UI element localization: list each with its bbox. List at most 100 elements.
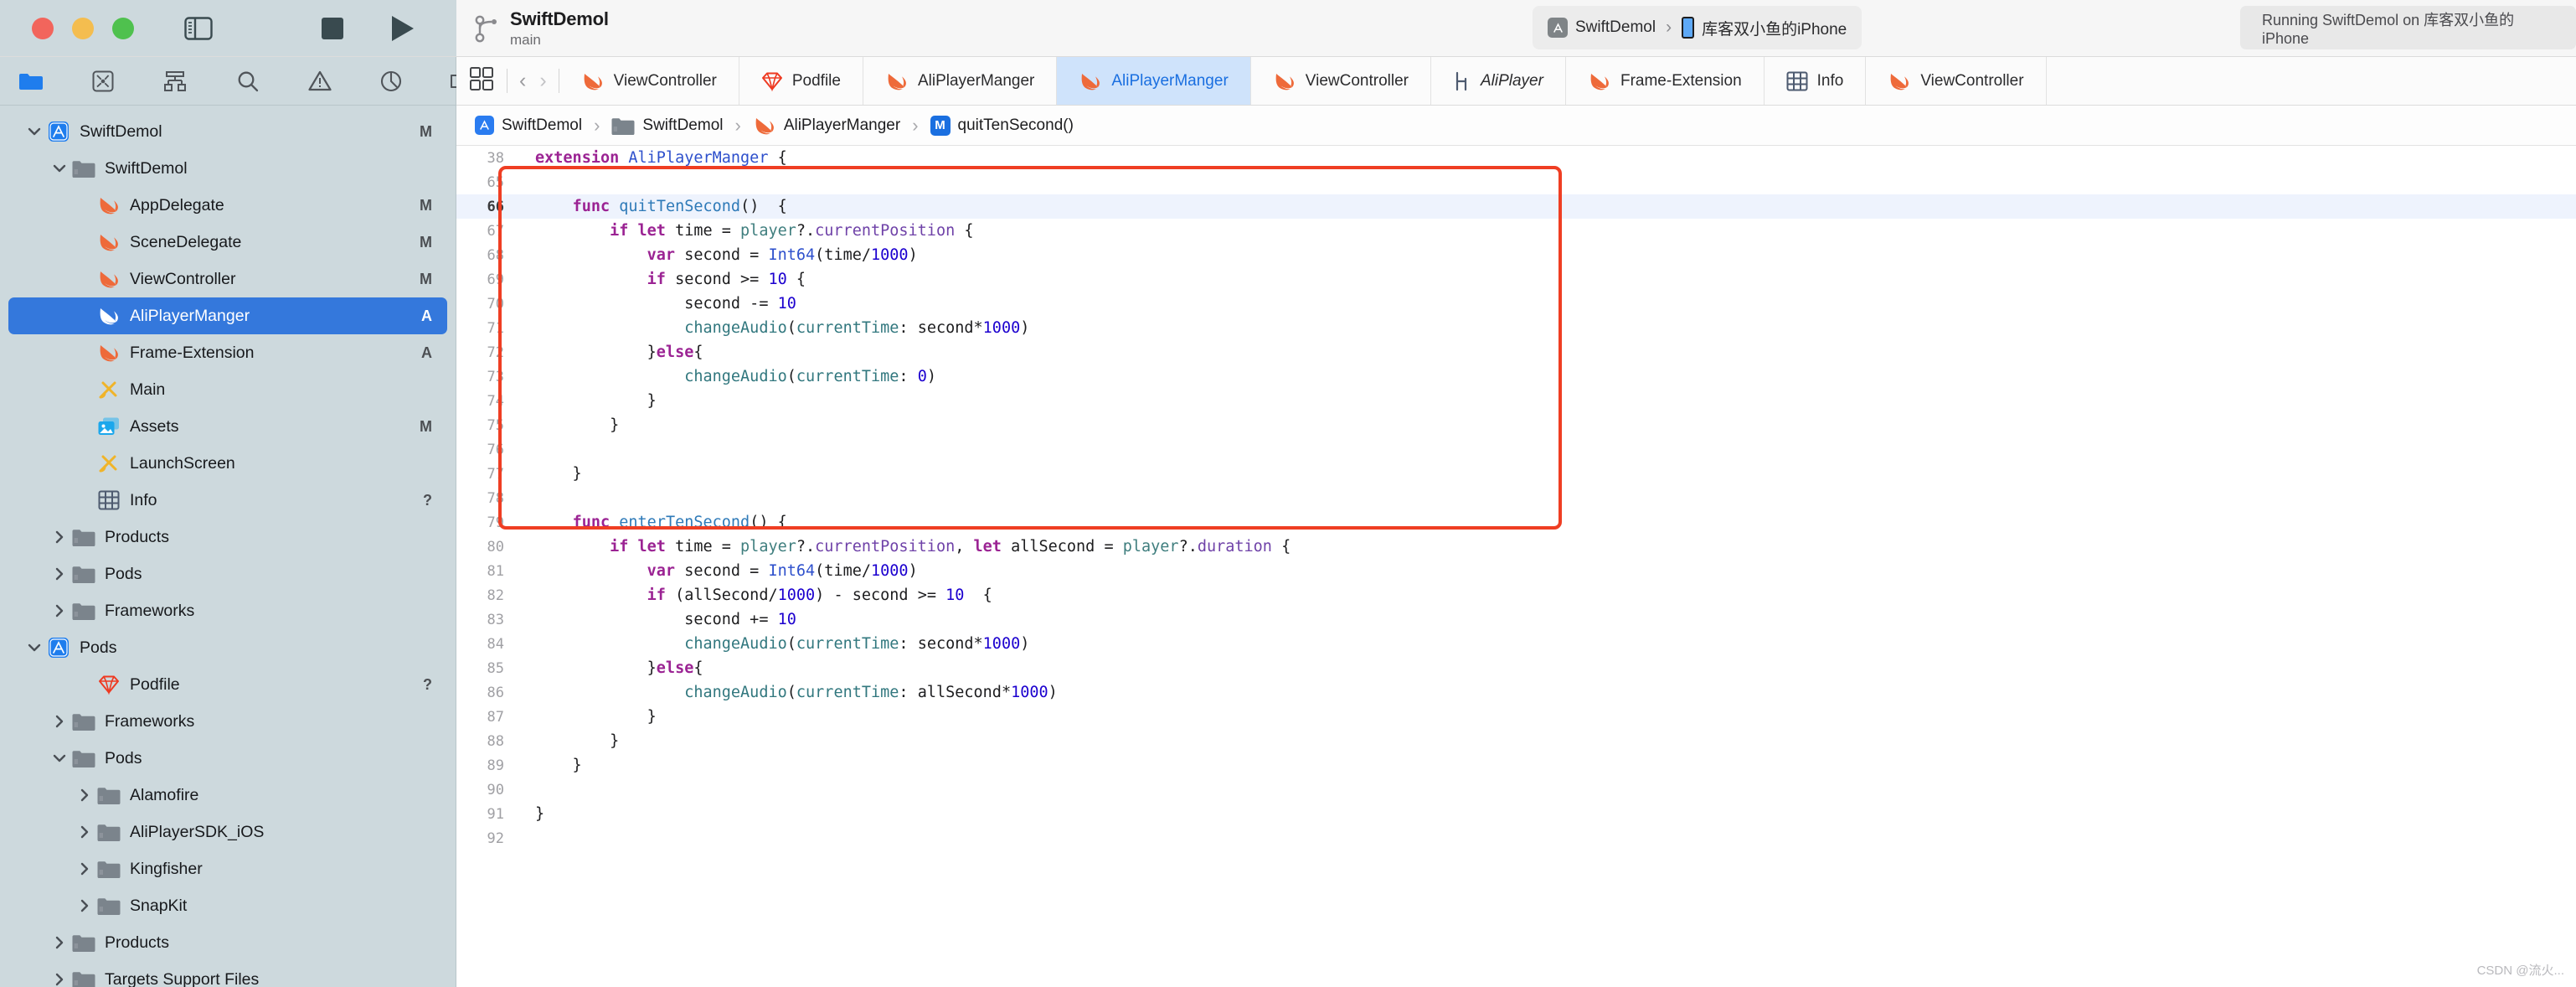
stop-button[interactable] bbox=[322, 17, 343, 39]
code-line[interactable]: 72 }else{ bbox=[456, 340, 2576, 364]
back-button[interactable]: ‹ bbox=[519, 70, 526, 91]
code-line[interactable]: 77 } bbox=[456, 462, 2576, 486]
breadcrumb-item-aliplayermanger[interactable]: AliPlayerManger bbox=[753, 115, 900, 137]
disclosure-triangle[interactable] bbox=[74, 862, 95, 876]
source-control-icon[interactable] bbox=[92, 69, 114, 94]
tab-viewcontroller[interactable]: ViewController bbox=[1866, 57, 2047, 105]
sidebar-item-appdelegate[interactable]: AppDelegate M bbox=[8, 187, 447, 224]
sidebar-item-aliplayermanger[interactable]: AliPlayerManger A bbox=[8, 297, 447, 334]
code-line[interactable]: 91} bbox=[456, 802, 2576, 826]
editor-options-group[interactable] bbox=[456, 57, 507, 105]
code-line[interactable]: 86 changeAudio(currentTime: allSecond*10… bbox=[456, 680, 2576, 705]
sidebar-item-podfile[interactable]: Podfile? bbox=[8, 666, 447, 703]
tab-aliplayer[interactable]: AliPlayer bbox=[1431, 57, 1566, 105]
code-line[interactable]: 81 var second = Int64(time/1000) bbox=[456, 559, 2576, 583]
code-line[interactable]: 89 } bbox=[456, 753, 2576, 778]
code-line[interactable]: 66 func quitTenSecond() { bbox=[456, 194, 2576, 219]
code-line[interactable]: 83 second += 10 bbox=[456, 607, 2576, 632]
sidebar-item-pods[interactable]: Pods bbox=[8, 629, 447, 666]
disclosure-triangle[interactable] bbox=[49, 973, 70, 986]
scheme-destination-selector[interactable]: SwiftDemol › 库客双小鱼的iPhone bbox=[1533, 6, 1862, 49]
breadcrumb-item-swiftdemol[interactable]: SwiftDemol bbox=[611, 116, 723, 135]
sidebar-item-info[interactable]: Info? bbox=[8, 482, 447, 519]
code-line[interactable]: 67 if let time = player?.currentPosition… bbox=[456, 219, 2576, 243]
breadcrumb-item-quittensecond-[interactable]: MquitTenSecond() bbox=[930, 115, 1074, 136]
disclosure-triangle[interactable] bbox=[49, 604, 70, 618]
sidebar-item-products[interactable]: Products bbox=[8, 519, 447, 556]
sidebar-item-scenedelegate[interactable]: SceneDelegate M bbox=[8, 224, 447, 261]
disclosure-triangle[interactable] bbox=[49, 163, 70, 173]
close-button[interactable] bbox=[32, 17, 54, 39]
disclosure-triangle[interactable] bbox=[49, 753, 70, 763]
sidebar-toggle-icon[interactable] bbox=[184, 16, 213, 40]
tab-frame-extension[interactable]: Frame-Extension bbox=[1566, 57, 1765, 105]
code-line[interactable]: 78 bbox=[456, 486, 2576, 510]
sidebar-item-launchscreen[interactable]: LaunchScreen bbox=[8, 445, 447, 482]
sidebar-item-swiftdemol[interactable]: SwiftDemol M bbox=[8, 113, 447, 150]
sidebar-item-main[interactable]: Main bbox=[8, 371, 447, 408]
code-lines[interactable]: 38 extension AliPlayerManger {65 66 func q… bbox=[456, 146, 2576, 850]
disclosure-triangle[interactable] bbox=[49, 567, 70, 581]
disclosure-triangle[interactable] bbox=[74, 825, 95, 839]
breadcrumb-item-swiftdemol[interactable]: SwiftDemol bbox=[475, 116, 582, 135]
tab-viewcontroller[interactable]: ViewController bbox=[559, 57, 739, 105]
breadcrumb[interactable]: SwiftDemol › SwiftDemol › AliPlayerManger › Mq… bbox=[456, 106, 2576, 146]
code-line[interactable]: 71 changeAudio(currentTime: second*1000) bbox=[456, 316, 2576, 340]
sidebar-item-pods[interactable]: Pods bbox=[8, 556, 447, 592]
tab-aliplayermanger[interactable]: AliPlayerManger bbox=[1057, 57, 1251, 105]
tab-info[interactable]: Info bbox=[1765, 57, 1867, 105]
forward-button[interactable]: › bbox=[539, 70, 546, 91]
test-icon[interactable] bbox=[380, 69, 402, 94]
open-file-tabs[interactable]: ViewController Podfile AliPlayerManger AliP… bbox=[559, 57, 2576, 105]
code-line[interactable]: 82 if (allSecond/1000) - second >= 10 { bbox=[456, 583, 2576, 607]
sidebar-item-kingfisher[interactable]: Kingfisher bbox=[8, 850, 447, 887]
tab-viewcontroller[interactable]: ViewController bbox=[1251, 57, 1431, 105]
sidebar-item-assets[interactable]: Assets M bbox=[8, 408, 447, 445]
code-line[interactable]: 76 bbox=[456, 437, 2576, 462]
code-line[interactable]: 74 } bbox=[456, 389, 2576, 413]
folder-icon[interactable] bbox=[18, 69, 44, 94]
disclosure-triangle[interactable] bbox=[23, 127, 45, 137]
sidebar-item-swiftdemol[interactable]: SwiftDemol bbox=[8, 150, 447, 187]
code-line[interactable]: 87 } bbox=[456, 705, 2576, 729]
multi-editor-icon[interactable] bbox=[470, 67, 493, 95]
code-line[interactable]: 80 if let time = player?.currentPosition… bbox=[456, 535, 2576, 559]
warning-icon[interactable] bbox=[308, 69, 332, 94]
sidebar-item-frameworks[interactable]: Frameworks bbox=[8, 592, 447, 629]
hierarchy-icon[interactable] bbox=[162, 69, 188, 94]
disclosure-triangle[interactable] bbox=[49, 715, 70, 728]
code-line[interactable]: 68 var second = Int64(time/1000) bbox=[456, 243, 2576, 267]
disclosure-triangle[interactable] bbox=[74, 788, 95, 802]
sidebar-item-pods[interactable]: Pods bbox=[8, 740, 447, 777]
code-line[interactable]: 65 bbox=[456, 170, 2576, 194]
disclosure-triangle[interactable] bbox=[74, 899, 95, 912]
navigation-arrows[interactable]: ‹ › bbox=[507, 57, 559, 105]
sidebar-item-snapkit[interactable]: SnapKit bbox=[8, 887, 447, 924]
code-line[interactable]: 90 bbox=[456, 778, 2576, 802]
run-button[interactable] bbox=[392, 15, 414, 41]
tab-podfile[interactable]: Podfile bbox=[739, 57, 863, 105]
code-line[interactable]: 84 changeAudio(currentTime: second*1000) bbox=[456, 632, 2576, 656]
sidebar-item-viewcontroller[interactable]: ViewController M bbox=[8, 261, 447, 297]
disclosure-triangle[interactable] bbox=[49, 530, 70, 544]
code-line[interactable]: 88 } bbox=[456, 729, 2576, 753]
sidebar-item-alamofire[interactable]: Alamofire bbox=[8, 777, 447, 814]
sidebar-item-frame-extension[interactable]: Frame-Extension A bbox=[8, 334, 447, 371]
disclosure-triangle[interactable] bbox=[23, 643, 45, 653]
disclosure-triangle[interactable] bbox=[49, 936, 70, 949]
zoom-button[interactable] bbox=[112, 17, 134, 39]
sidebar-item-frameworks[interactable]: Frameworks bbox=[8, 703, 447, 740]
window-controls[interactable] bbox=[32, 17, 134, 39]
sidebar-item-products[interactable]: Products bbox=[8, 924, 447, 961]
navigator-selector-bar[interactable] bbox=[0, 57, 546, 106]
code-line[interactable]: 38 extension AliPlayerManger { bbox=[456, 146, 2576, 170]
tab-aliplayermanger[interactable]: AliPlayerManger bbox=[863, 57, 1058, 105]
sidebar-item-targets-support-files[interactable]: Targets Support Files bbox=[8, 961, 447, 987]
code-line[interactable]: 79 func enterTenSecond() { bbox=[456, 510, 2576, 535]
code-line[interactable]: 75 } bbox=[456, 413, 2576, 437]
project-navigator-tree[interactable]: SwiftDemol M SwiftDemol AppDelegate M SceneDe… bbox=[0, 106, 456, 987]
editor-tab-bar[interactable]: ‹ › ViewController Podfile AliPlayerManger… bbox=[456, 57, 2576, 106]
minimize-button[interactable] bbox=[72, 17, 94, 39]
code-line[interactable]: 92 bbox=[456, 826, 2576, 850]
search-icon[interactable] bbox=[236, 69, 260, 94]
